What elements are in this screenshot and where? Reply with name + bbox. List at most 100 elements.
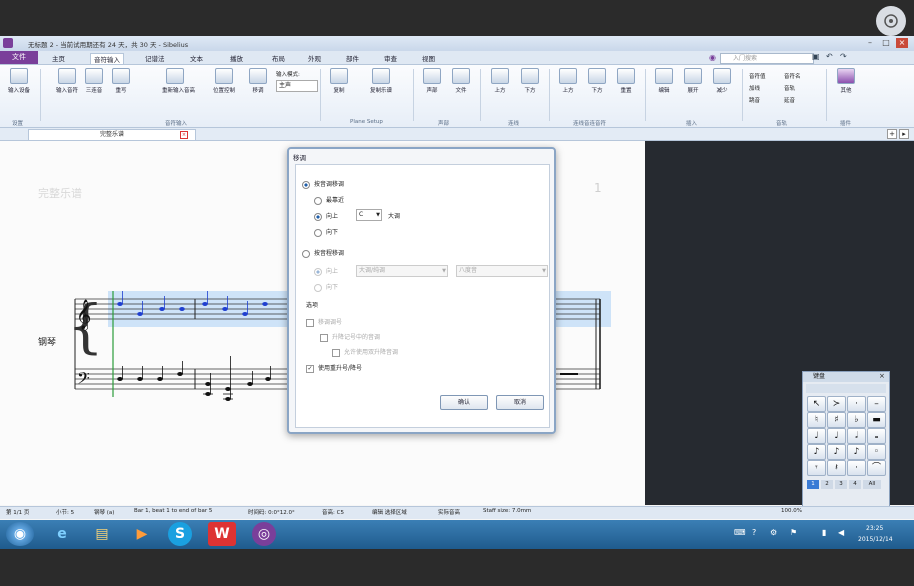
keypad-key[interactable]: ≻ (827, 396, 846, 412)
slur-below-button[interactable]: 下方 (584, 68, 610, 94)
position-control-button[interactable]: 位置控制 (211, 68, 237, 94)
keypad-key[interactable]: ♭ (847, 412, 866, 428)
clock-date[interactable]: 2015/12/14 (858, 536, 893, 543)
expand-button[interactable]: 展开 (680, 68, 706, 94)
tab-full-score[interactable]: 完整乐谱 (28, 129, 196, 141)
keypad-tab-1[interactable]: 1 (807, 480, 819, 489)
re-input-pitch-button[interactable]: 重新输入音高 (162, 68, 195, 94)
keypad-key[interactable]: ♪ (847, 444, 866, 460)
tray-help-icon[interactable]: ? (752, 528, 756, 537)
keypad-key[interactable]: · (847, 396, 866, 412)
keyboard-layout-icon[interactable]: ⌨ (734, 528, 746, 537)
keypad-tab-all[interactable]: All (863, 480, 881, 489)
explorer-icon[interactable]: ▤ (88, 522, 116, 546)
sogou-icon[interactable]: S (168, 522, 192, 546)
keypad-key[interactable]: ♯ (827, 412, 846, 428)
closest-radio[interactable]: 最靠近 (314, 195, 344, 205)
staccato-item[interactable]: 跳音 (749, 96, 760, 104)
tab-file[interactable]: 文件 (0, 51, 38, 64)
start-button[interactable]: ◉ (6, 522, 34, 546)
reset-button[interactable]: 重置 (613, 68, 639, 94)
keypad-key[interactable]: ♮ (807, 412, 826, 428)
copy-score-button[interactable]: 复制乐谱 (368, 68, 394, 94)
keypad-layout-bar[interactable] (806, 384, 886, 393)
tab-home[interactable]: 主页 (52, 53, 65, 63)
keypad-key[interactable]: 𝅝 (867, 428, 886, 444)
keypad-tab-3[interactable]: 3 (835, 480, 847, 489)
ie-icon[interactable]: e (48, 522, 76, 546)
redo-icon[interactable]: ↷ (840, 52, 847, 61)
edit-button[interactable]: 编辑 (651, 68, 677, 94)
sibelius-taskbar-icon[interactable]: ◎ (252, 522, 276, 546)
undo-icon[interactable]: ↶ (826, 52, 833, 61)
voice-button[interactable]: 声部 (419, 68, 445, 94)
input-notes-button[interactable]: 输入音符 (54, 68, 80, 94)
tab-play[interactable]: 播放 (230, 53, 243, 63)
use-double-sharps-checkbox[interactable]: ✓ 使用重升号/降号 (306, 363, 362, 373)
tab-parts[interactable]: 部件 (346, 53, 359, 63)
tab-notations[interactable]: 记谱法 (145, 53, 165, 63)
media-player-icon[interactable]: ▶ (128, 522, 156, 546)
keypad-close-icon[interactable]: × (879, 372, 885, 380)
tab-review[interactable]: 审查 (384, 53, 397, 63)
volume-icon[interactable]: ◀ (838, 528, 844, 537)
keypad-key[interactable]: ♪ (827, 444, 846, 460)
re-input-button[interactable]: 重写 (108, 68, 134, 94)
triplet-button[interactable]: 三连音 (81, 68, 107, 94)
maximize-icon[interactable]: □ (880, 38, 892, 48)
copy-button[interactable]: 复制 (326, 68, 352, 94)
ties-below-button[interactable]: 下方 (517, 68, 543, 94)
file-voice-button[interactable]: 文件 (448, 68, 474, 94)
up-radio[interactable]: 向上 (314, 211, 338, 221)
tray-settings-icon[interactable]: ⚙ (770, 528, 777, 537)
keypad-key[interactable]: ◦ (867, 444, 886, 460)
input-mode-select[interactable]: 主声 (276, 80, 318, 92)
new-tab-icon[interactable]: + (887, 129, 897, 139)
ledger-item[interactable]: 加线 (749, 84, 760, 92)
keypad-key[interactable]: 𝄾 (807, 460, 826, 476)
transpose-by-interval-radio[interactable]: 按音程移调 (302, 248, 344, 258)
search-input[interactable]: 入门搜索 (720, 53, 814, 64)
plugins-button[interactable]: 其他 (833, 68, 859, 94)
status-zoom[interactable]: 100.0% (781, 508, 802, 514)
keypad-key[interactable]: 𝄽 (827, 460, 846, 476)
screen-capture-icon[interactable] (876, 6, 906, 36)
interval-select[interactable]: 大调/纯调 ▼ (356, 265, 448, 277)
down-radio[interactable]: 向下 (314, 227, 338, 237)
keypad-key[interactable]: ♪ (807, 444, 826, 460)
tab-menu-icon[interactable]: ▸ (899, 129, 909, 139)
close-icon[interactable]: × (896, 38, 908, 48)
tab-view[interactable]: 视图 (422, 53, 435, 63)
tab-text[interactable]: 文本 (190, 53, 203, 63)
close-tab-icon[interactable]: × (180, 131, 188, 139)
keypad-key[interactable]: ⌒ (867, 460, 886, 476)
transpose-key-sig-checkbox[interactable]: 移调调号 (306, 317, 342, 327)
note-value-item[interactable]: 音符值 (749, 72, 766, 80)
keypad-key[interactable]: ▬ (867, 412, 886, 428)
ok-button[interactable]: 确认 (440, 395, 488, 410)
save-icon[interactable]: ▣ (812, 52, 820, 61)
keypad-key[interactable]: · (847, 460, 866, 476)
help-icon[interactable]: ◉ (709, 53, 716, 62)
double-accidentals-checkbox[interactable]: 允许使用双升降音调 (332, 347, 398, 357)
note-name-item[interactable]: 音符名 (784, 72, 801, 80)
transpose-by-key-radio[interactable]: 按音调移调 (302, 179, 344, 189)
track-item[interactable]: 音轨 (784, 84, 795, 92)
keypad-tab-2[interactable]: 2 (821, 480, 833, 489)
tab-appearance[interactable]: 外观 (308, 53, 321, 63)
keypad-key[interactable]: – (867, 396, 886, 412)
minimize-icon[interactable]: – (864, 38, 876, 48)
keypad-key[interactable]: ♩ (807, 428, 826, 444)
keypad-key[interactable]: 𝅗𝅥 (847, 428, 866, 444)
wps-icon[interactable]: W (208, 522, 236, 546)
input-devices-button[interactable]: 输入设备 (6, 68, 32, 94)
keypad-tab-4[interactable]: 4 (849, 480, 861, 489)
tab-layout[interactable]: 布局 (272, 53, 285, 63)
transpose-button[interactable]: 移调 (245, 68, 271, 94)
octave-select[interactable]: 八度音 ▼ (456, 265, 548, 277)
key-select[interactable]: C ▼ (356, 209, 382, 221)
tab-note-input[interactable]: 音符输入 (90, 53, 124, 64)
interval-up-radio[interactable]: 向上 (314, 266, 338, 276)
reduce-button[interactable]: 减少 (709, 68, 735, 94)
slur-above-button[interactable]: 上方 (555, 68, 581, 94)
